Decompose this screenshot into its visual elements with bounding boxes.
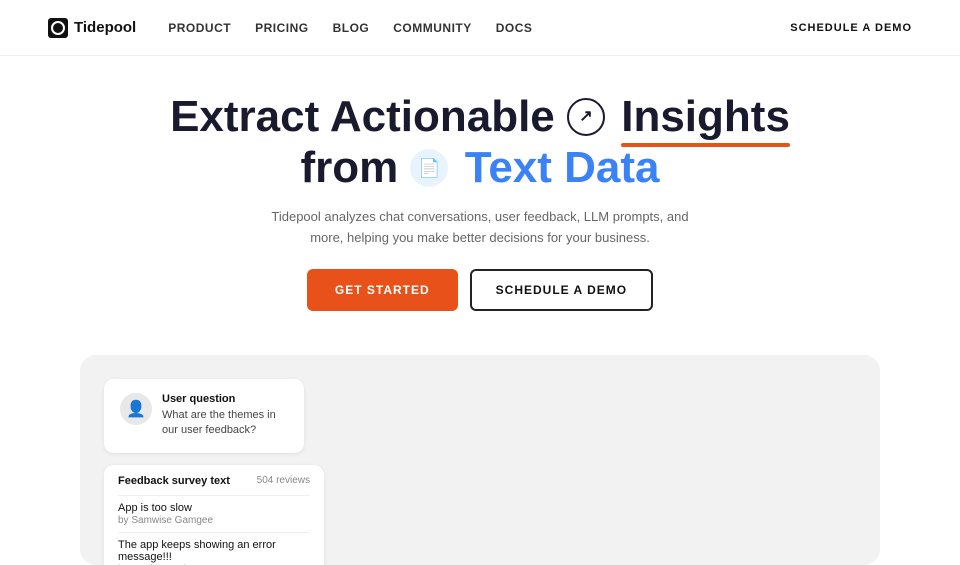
demo-area: 👤 User question What are the themes in o…	[80, 355, 880, 565]
insights-word: Insights	[621, 92, 790, 143]
table-title: Feedback survey text	[118, 475, 230, 487]
chat-content: User question What are the themes in our…	[162, 393, 288, 439]
hero-buttons: GET STARTED SCHEDULE A DEMO	[20, 269, 940, 311]
nav-schedule-demo-button[interactable]: SCHEDULE A DEMO	[790, 22, 912, 34]
table-row: App is too slow by Samwise Gamgee	[118, 495, 310, 532]
chat-card: 👤 User question What are the themes in o…	[104, 379, 304, 453]
row-main-1: App is too slow	[118, 502, 310, 514]
logo-text: Tidepool	[74, 19, 136, 36]
nav-left: Tidepool PRODUCT PRICING BLOG COMMUNITY …	[48, 18, 532, 38]
table-header: Feedback survey text 504 reviews	[118, 475, 310, 487]
hero-line1-text: Extract Actionable	[170, 92, 555, 141]
nav-docs[interactable]: DOCS	[496, 21, 533, 35]
chat-label: User question	[162, 393, 288, 405]
arrow-circle-icon: ↗	[567, 98, 605, 136]
get-started-button[interactable]: GET STARTED	[307, 269, 458, 311]
avatar: 👤	[120, 393, 152, 425]
nav-links: PRODUCT PRICING BLOG COMMUNITY DOCS	[168, 21, 532, 35]
hero-subtitle: Tidepool analyzes chat conversations, us…	[270, 207, 690, 249]
logo-icon	[48, 18, 68, 38]
schedule-demo-button[interactable]: SCHEDULE A DEMO	[470, 269, 653, 311]
hero-line1: Extract Actionable ↗ Insights	[20, 92, 940, 143]
nav-community[interactable]: COMMUNITY	[393, 21, 472, 35]
nav-pricing[interactable]: PRICING	[255, 21, 309, 35]
user-icon: 👤	[126, 399, 146, 419]
row-sub-1: by Samwise Gamgee	[118, 515, 310, 526]
table-row: The app keeps showing an error message!!…	[118, 532, 310, 565]
arrow-symbol: ↗	[579, 108, 592, 126]
nav-blog[interactable]: BLOG	[333, 21, 370, 35]
nav-product[interactable]: PRODUCT	[168, 21, 231, 35]
hero-from-text: from	[300, 143, 398, 192]
navbar: Tidepool PRODUCT PRICING BLOG COMMUNITY …	[0, 0, 960, 56]
text-data-word: Text Data	[465, 143, 660, 192]
hero-title: Extract Actionable ↗ Insights from 📄 Tex…	[20, 92, 940, 193]
hero-line2: from 📄 Text Data	[20, 143, 940, 194]
hero-section: Extract Actionable ↗ Insights from 📄 Tex…	[0, 56, 960, 355]
logo[interactable]: Tidepool	[48, 18, 136, 38]
doc-icon: 📄	[410, 149, 448, 187]
chat-text: What are the themes in our user feedback…	[162, 408, 288, 439]
row-main-2: The app keeps showing an error message!!…	[118, 539, 310, 563]
table-count: 504 reviews	[257, 475, 310, 486]
feedback-table: Feedback survey text 504 reviews App is …	[104, 465, 324, 565]
